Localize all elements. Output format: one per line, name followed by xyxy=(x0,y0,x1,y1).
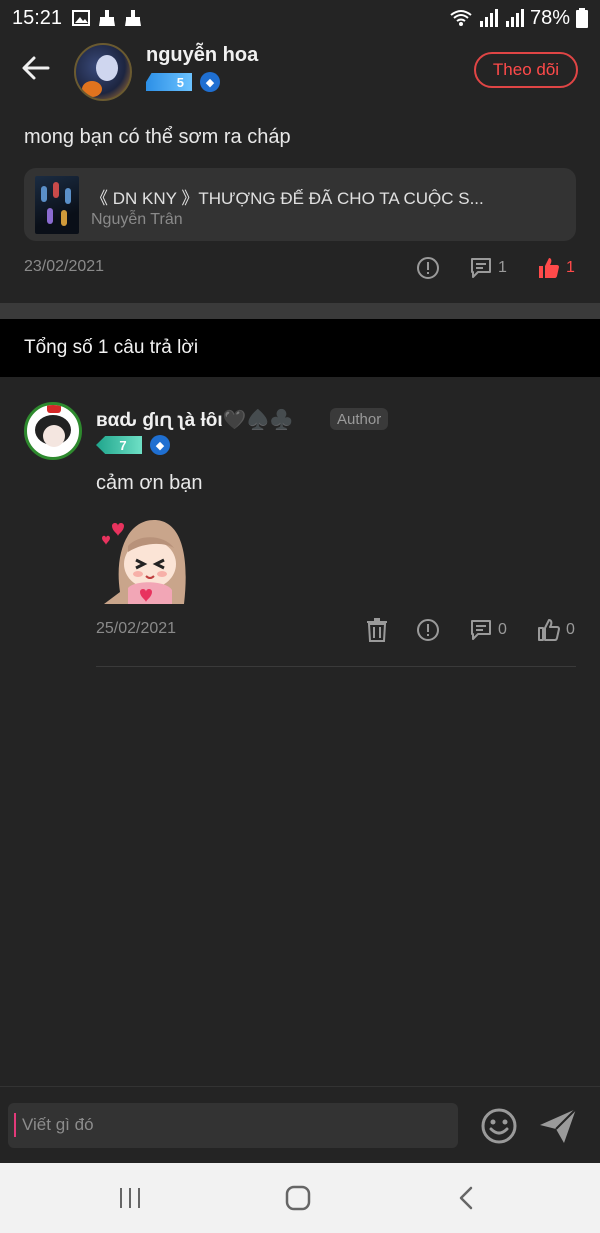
comment-count: 0 xyxy=(498,621,507,638)
status-bar: 15:21 78% xyxy=(0,0,600,36)
cleaner-icon xyxy=(125,10,142,26)
reply-meta: 25/02/2021 0 0 xyxy=(96,618,576,642)
comment-count: 1 xyxy=(498,259,507,276)
signal-icon xyxy=(505,9,524,27)
like-count: 0 xyxy=(566,621,575,638)
report-icon xyxy=(417,257,439,279)
question-text: mong bạn có thể sơm ra cháp xyxy=(24,126,291,148)
like-button[interactable]: 0 xyxy=(538,618,575,642)
like-count: 1 xyxy=(566,259,575,276)
back-nav-icon xyxy=(459,1186,473,1210)
post-date: 23/02/2021 xyxy=(24,258,105,275)
verified-icon: ◆ xyxy=(200,72,220,92)
battery-percent: 78% xyxy=(529,6,570,29)
comment-button[interactable]: 0 xyxy=(470,618,507,642)
book-card[interactable]: 《 DN KNY 》THƯỢNG ĐẾ ĐÃ CHO TA CUỘC S... … xyxy=(24,168,576,241)
cleaner-icon xyxy=(99,10,116,26)
book-title: 《 DN KNY 》THƯỢNG ĐẾ ĐÃ CHO TA CUỘC S... xyxy=(91,189,484,208)
home-button[interactable] xyxy=(278,1183,318,1213)
section-divider xyxy=(0,303,600,319)
battery-icon xyxy=(576,8,588,28)
reply-badges: 7 ◆ xyxy=(96,435,170,455)
gallery-icon xyxy=(72,10,91,26)
post-meta: 23/02/2021 1 1 xyxy=(24,256,576,280)
author-tag: Author xyxy=(330,408,389,430)
status-right: 78% xyxy=(450,7,588,30)
recents-icon xyxy=(120,1188,140,1208)
reply-author-name[interactable]: вαԃ ɠιɾʅ ʅà ƚȏι🖤♠️♣️ xyxy=(96,408,294,432)
composer-bar: Viết gì đó xyxy=(0,1086,600,1163)
follow-button[interactable]: Theo dõi xyxy=(474,52,578,88)
back-button[interactable] xyxy=(18,50,54,86)
like-button[interactable]: 1 xyxy=(538,256,575,280)
like-icon xyxy=(539,258,559,278)
delete-button[interactable] xyxy=(366,618,388,642)
system-nav-bar xyxy=(0,1163,600,1233)
avatar-bow xyxy=(47,405,61,413)
reply-date: 25/02/2021 xyxy=(96,620,177,637)
avatar-face xyxy=(43,425,65,447)
reply-avatar[interactable] xyxy=(24,402,82,460)
app-header: nguyễn hoa 5 ◆ Theo dõi xyxy=(0,36,600,106)
back-arrow-icon xyxy=(22,56,50,80)
status-time: 15:21 xyxy=(12,6,63,29)
book-author: Nguyễn Trân xyxy=(91,211,183,228)
level-badge: 7 xyxy=(96,436,142,454)
author-avatar[interactable] xyxy=(74,43,132,101)
report-icon xyxy=(417,619,439,641)
comment-input[interactable]: Viết gì đó xyxy=(8,1103,458,1148)
level-badge: 5 xyxy=(146,73,192,91)
recents-button[interactable] xyxy=(110,1183,150,1213)
wifi-icon xyxy=(450,10,472,26)
sticker-image xyxy=(102,520,186,604)
comment-input-placeholder: Viết gì đó xyxy=(22,1115,94,1134)
send-icon[interactable] xyxy=(538,1107,578,1145)
comment-icon xyxy=(471,258,491,278)
reply-text: cảm ơn bạn xyxy=(96,472,203,494)
reply-divider xyxy=(96,666,576,667)
avatar-pumpkin xyxy=(82,81,102,97)
delete-icon xyxy=(367,618,387,642)
comment-icon xyxy=(471,620,491,640)
verified-icon: ◆ xyxy=(150,435,170,455)
text-caret xyxy=(14,1113,16,1137)
replies-header: Tổng số 1 câu trả lời xyxy=(0,319,600,377)
book-cover xyxy=(35,176,79,234)
notification-icons xyxy=(72,10,142,26)
like-icon xyxy=(538,619,560,641)
back-nav-button[interactable] xyxy=(446,1183,486,1213)
report-button[interactable] xyxy=(416,256,440,280)
signal-icon xyxy=(479,9,498,27)
author-name[interactable]: nguyễn hoa xyxy=(146,44,258,67)
report-button[interactable] xyxy=(416,618,440,642)
avatar-face xyxy=(96,55,118,81)
home-icon xyxy=(285,1185,311,1211)
comment-button[interactable]: 1 xyxy=(470,256,507,280)
author-badges: 5 ◆ xyxy=(146,72,220,92)
emoji-icon[interactable] xyxy=(480,1107,518,1145)
